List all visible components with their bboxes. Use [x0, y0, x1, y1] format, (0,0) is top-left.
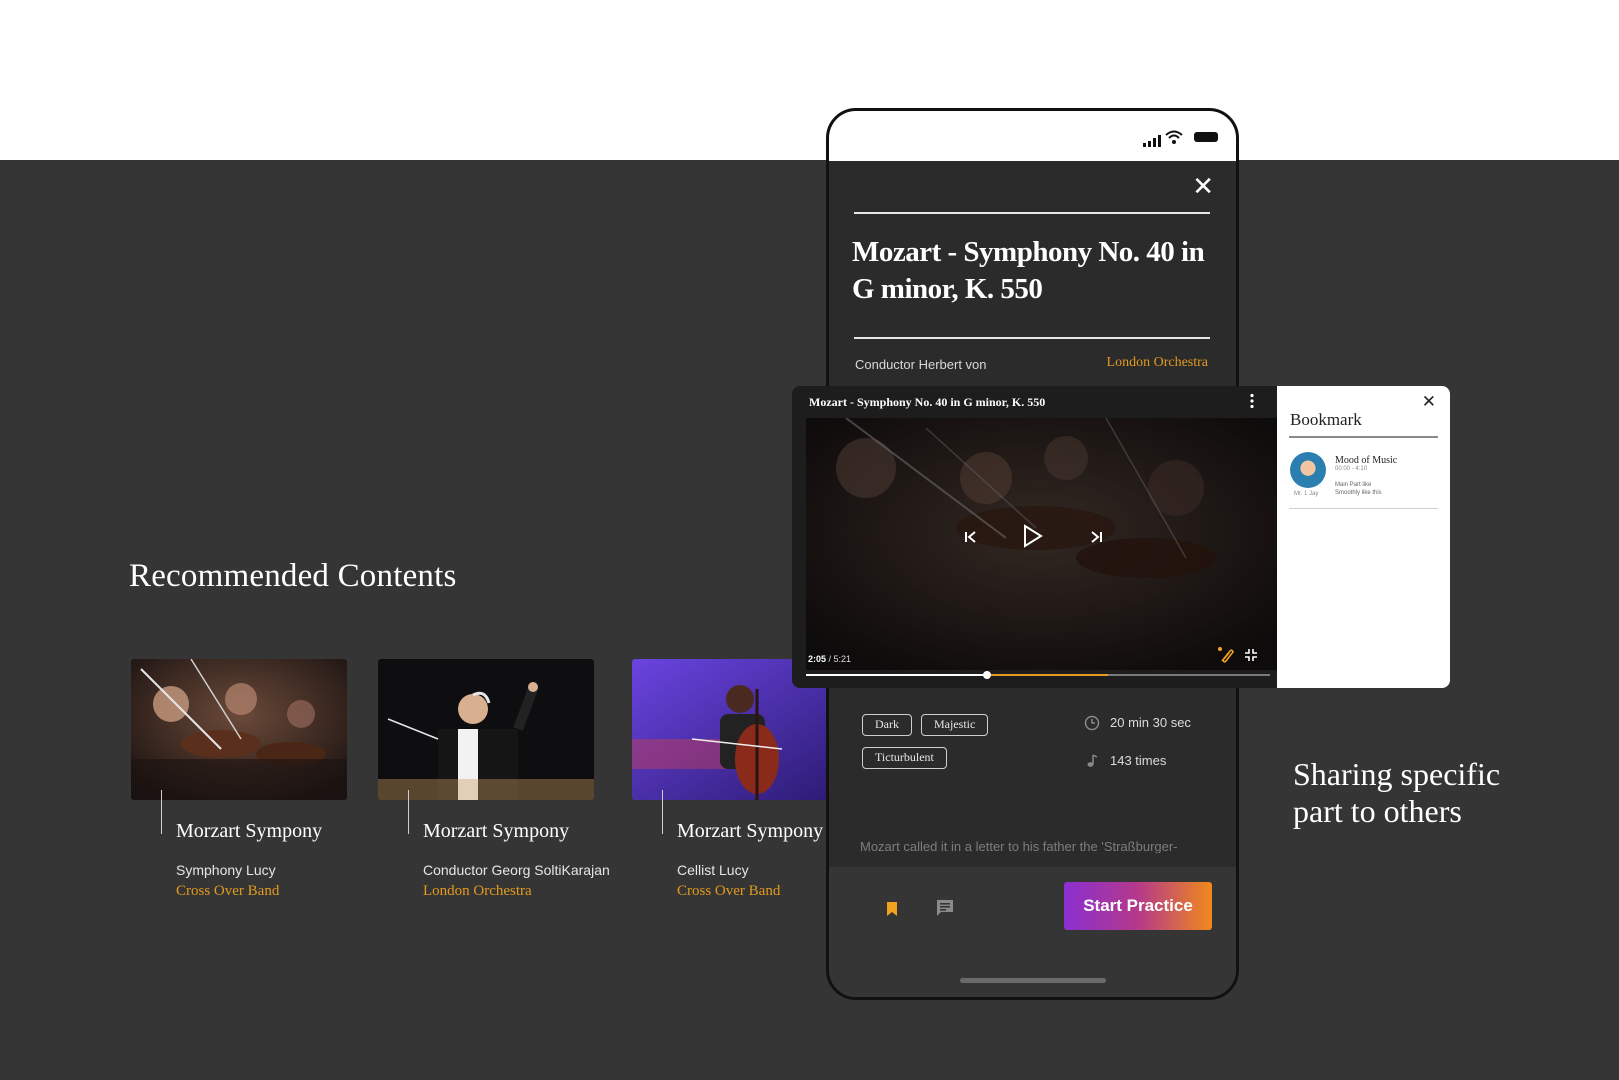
home-indicator [960, 978, 1106, 983]
music-note-icon [1087, 754, 1098, 767]
card-divider [161, 790, 162, 834]
chat-icon[interactable] [935, 899, 955, 917]
card-orchestra: London Orchestra [423, 883, 532, 899]
total-time: 5:21 [833, 654, 852, 664]
bookmark-divider [1289, 508, 1438, 509]
bookmark-icon[interactable] [885, 901, 899, 917]
bookmark-title: Bookmark [1290, 410, 1362, 429]
signal-icon [1153, 138, 1156, 147]
card-orchestra: Cross Over Band [176, 883, 280, 899]
conductor-label: Conductor Herbert von [855, 357, 987, 372]
share-clip-icon[interactable] [1217, 646, 1235, 664]
card-divider [408, 790, 409, 834]
signal-icon [1148, 141, 1151, 147]
card-title: Morzart Sympony [423, 820, 570, 842]
clock-icon [1084, 715, 1100, 731]
signal-icon [1158, 135, 1161, 147]
progress-bar[interactable] [806, 671, 1270, 679]
battery-icon [1194, 132, 1218, 142]
card-subtitle: Conductor Georg SoltiKarajan [423, 862, 610, 878]
timecode: 2:05 / 5:21 [808, 654, 852, 664]
card-title: Morzart Sympony [677, 820, 824, 842]
orchestra-link[interactable]: London Orchestra [1107, 355, 1208, 371]
progress-played [806, 674, 987, 676]
content-card[interactable]: Morzart Sympony Conductor Georg SoltiKar… [378, 659, 610, 899]
previous-icon[interactable] [963, 530, 977, 544]
bookmark-item-name[interactable]: Mood of Music [1335, 455, 1397, 466]
bookmark-user: Mr. 1 Jay [1294, 491, 1319, 497]
card-subtitle: Symphony Lucy [176, 862, 276, 878]
player-title: Mozart - Symphony No. 40 in G minor, K. … [809, 395, 1046, 409]
orchestra-violins-photo [131, 659, 347, 800]
conductor-photo [378, 659, 594, 800]
bookmark-item-time: 00:00 - 4:10 [1335, 466, 1368, 472]
more-options-icon[interactable] [1249, 393, 1255, 409]
card-thumbnail[interactable] [131, 659, 347, 800]
title-divider [854, 337, 1210, 339]
title-divider [854, 212, 1210, 214]
wifi-icon [1165, 130, 1183, 144]
mood-tag[interactable]: Dark [862, 714, 912, 736]
minimize-icon[interactable] [1244, 648, 1258, 662]
current-time: 2:05 [808, 654, 827, 664]
card-divider [662, 790, 663, 834]
bookmark-panel: ✕ Bookmark Mr. 1 Jay Mood of Music 00:00… [1277, 386, 1450, 688]
avatar [1290, 452, 1326, 488]
next-icon[interactable] [1090, 530, 1104, 544]
play-count-text: 143 times [1110, 753, 1167, 768]
signal-icon [1143, 143, 1146, 147]
bookmark-divider [1289, 436, 1438, 438]
mood-tag[interactable]: Majestic [921, 714, 989, 736]
play-icon[interactable] [1022, 524, 1044, 548]
card-title: Morzart Sympony [176, 820, 323, 842]
card-subtitle: Cellist Lucy [677, 862, 749, 878]
bookmark-item-note: Main Part like [1335, 482, 1372, 488]
close-icon[interactable]: ✕ [1422, 392, 1436, 412]
close-icon[interactable]: ✕ [1192, 173, 1214, 199]
mood-tag[interactable]: Ticturbulent [862, 747, 947, 769]
recommended-title: Recommended Contents [129, 558, 457, 594]
content-card[interactable]: Morzart Sympony Symphony Lucy Cross Over… [131, 659, 347, 899]
card-orchestra: Cross Over Band [677, 883, 781, 899]
progress-handle[interactable] [982, 671, 991, 679]
description-text: Mozart called it in a letter to his fath… [860, 839, 1178, 854]
sharing-caption: Sharing specific part to others [1293, 756, 1501, 829]
card-thumbnail[interactable] [378, 659, 594, 800]
status-bar [829, 111, 1236, 161]
duration-text: 20 min 30 sec [1110, 715, 1191, 730]
bookmark-segment [986, 674, 1108, 676]
start-practice-button[interactable]: Start Practice [1064, 882, 1212, 930]
song-title: Mozart - Symphony No. 40 in G minor, K. … [852, 236, 1205, 305]
bookmark-item-note: Smoothly like this [1335, 490, 1382, 496]
